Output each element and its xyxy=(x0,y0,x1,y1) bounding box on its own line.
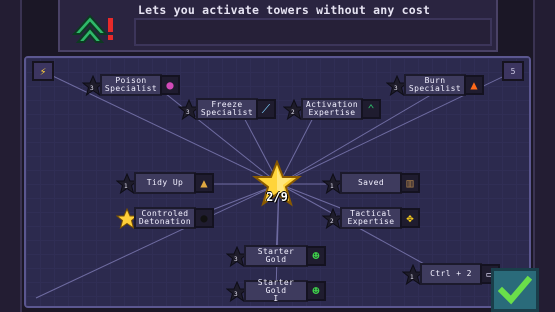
node-activation-expertise[interactable]: 2 Activation Expertise ⌃ xyxy=(282,98,383,121)
node-freeze-specialist[interactable]: 3 Freeze Specialist ⟋ xyxy=(177,98,278,121)
frame-right-border xyxy=(533,0,555,312)
description-panel: Lets you activate towers without any cos… xyxy=(58,0,498,52)
activation-expertise-icon xyxy=(68,4,120,46)
node-tactical-expertise[interactable]: 2 Tactical Expertise ✥ xyxy=(321,207,422,230)
fire-icon: ▲ xyxy=(464,75,484,95)
book-icon: ▥ xyxy=(400,173,420,193)
skill-description: Lets you activate towers without any cos… xyxy=(138,3,431,17)
goblin-gold-icon: ☻ xyxy=(306,246,326,266)
node-saved[interactable]: 1 Saved ▥ xyxy=(321,172,422,195)
node-label: Saved xyxy=(357,178,385,187)
checkmark-icon xyxy=(498,275,532,305)
node-label: Detonation xyxy=(138,217,192,226)
bomb-icon: ● xyxy=(194,208,214,228)
description-detail-box xyxy=(134,18,492,46)
freeze-wand-icon: ⟋ xyxy=(256,99,276,119)
node-starter-gold-2[interactable]: 3 Starter Gold I ☻ xyxy=(225,278,330,303)
node-label: Expertise xyxy=(347,217,395,226)
badge-5-icon: 5 xyxy=(510,66,516,76)
node-starter-gold[interactable]: 3 Starter Gold ☻ xyxy=(225,245,330,268)
lightning-icon: ⚡ xyxy=(39,64,47,78)
node-label: Ctrl + 2 xyxy=(430,269,472,278)
node-tidy-up[interactable]: 1 Tidy Up ▲ xyxy=(115,172,216,195)
node-label: Starter Gold xyxy=(257,247,295,264)
goblin-gold-icon: ☻ xyxy=(306,281,326,301)
node-label: Starter Gold xyxy=(257,278,295,295)
skill-points-count: 2/9 xyxy=(266,190,288,204)
node-label: Specialist xyxy=(408,84,462,93)
node-label: Specialist xyxy=(104,84,158,93)
node-label: I xyxy=(273,294,279,303)
activation-arrows-icon: ⌃ xyxy=(361,99,381,119)
node-label: Tidy Up xyxy=(146,178,184,187)
poison-orbs-icon: ● xyxy=(160,75,180,95)
frame-left-border xyxy=(0,0,22,312)
node-controled-detonation[interactable]: Controled Detonation ● xyxy=(115,207,216,230)
confirm-button[interactable] xyxy=(491,268,539,312)
node-burn-specialist[interactable]: 3 Burn Specialist ▲ xyxy=(385,74,486,97)
node-poison-specialist[interactable]: 3 Poison Specialist ● xyxy=(81,74,182,97)
lightning-button[interactable]: ⚡ xyxy=(32,61,54,81)
broom-icon: ▲ xyxy=(194,173,214,193)
node-label: Specialist xyxy=(200,108,254,117)
node-label: Expertise xyxy=(308,108,356,117)
node-ctrl-2[interactable]: 1 Ctrl + 2 ▭ xyxy=(401,263,502,286)
corner-badge[interactable]: 5 xyxy=(502,61,524,81)
move-arrows-icon: ✥ xyxy=(400,208,420,228)
